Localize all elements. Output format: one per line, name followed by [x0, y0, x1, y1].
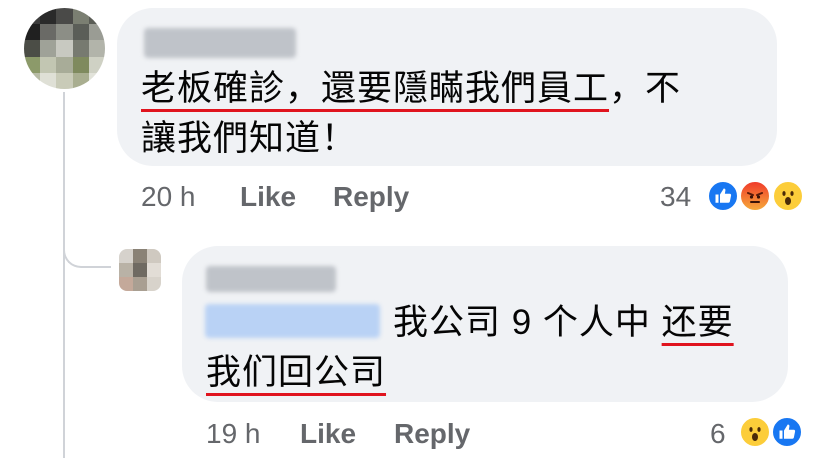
reply-highlight: 还要	[661, 303, 734, 342]
reply-reply-button[interactable]: Reply	[394, 418, 470, 450]
reply-text-line-2: 我们回公司	[206, 350, 386, 396]
replier-name[interactable]	[206, 266, 336, 292]
comment-highlight: 老板確診，還要隱瞞我們員工	[141, 69, 610, 108]
reply-timestamp[interactable]: 19 h	[206, 418, 261, 450]
wow-icon[interactable]	[738, 415, 772, 449]
reaction-count[interactable]: 34	[660, 181, 691, 213]
commenter-name[interactable]	[144, 28, 296, 58]
wow-icon[interactable]	[771, 179, 805, 213]
reply-like-button[interactable]: Like	[300, 418, 356, 450]
avatar[interactable]	[24, 8, 105, 89]
comment-text-line-2: 讓我們知道！	[141, 119, 358, 158]
reply-reaction-count[interactable]: 6	[710, 418, 726, 450]
comment-timestamp[interactable]: 20 h	[141, 181, 196, 213]
reply-text-line-1: 我公司 9 个人中 还要	[393, 303, 734, 342]
reply-highlight-2: 我们回公司	[206, 353, 387, 392]
mentioned-user-tag[interactable]	[205, 304, 380, 338]
reply-button[interactable]: Reply	[333, 181, 409, 213]
comment-text-line-1: 老板確診，還要隱瞞我們員工，不	[141, 69, 682, 108]
angry-icon[interactable]	[738, 179, 772, 213]
reply-thread-connector	[63, 240, 111, 268]
like-icon[interactable]	[706, 179, 740, 213]
like-icon[interactable]	[770, 415, 804, 449]
thread-line	[63, 92, 65, 458]
like-button[interactable]: Like	[240, 181, 296, 213]
reply-avatar[interactable]	[119, 249, 161, 291]
